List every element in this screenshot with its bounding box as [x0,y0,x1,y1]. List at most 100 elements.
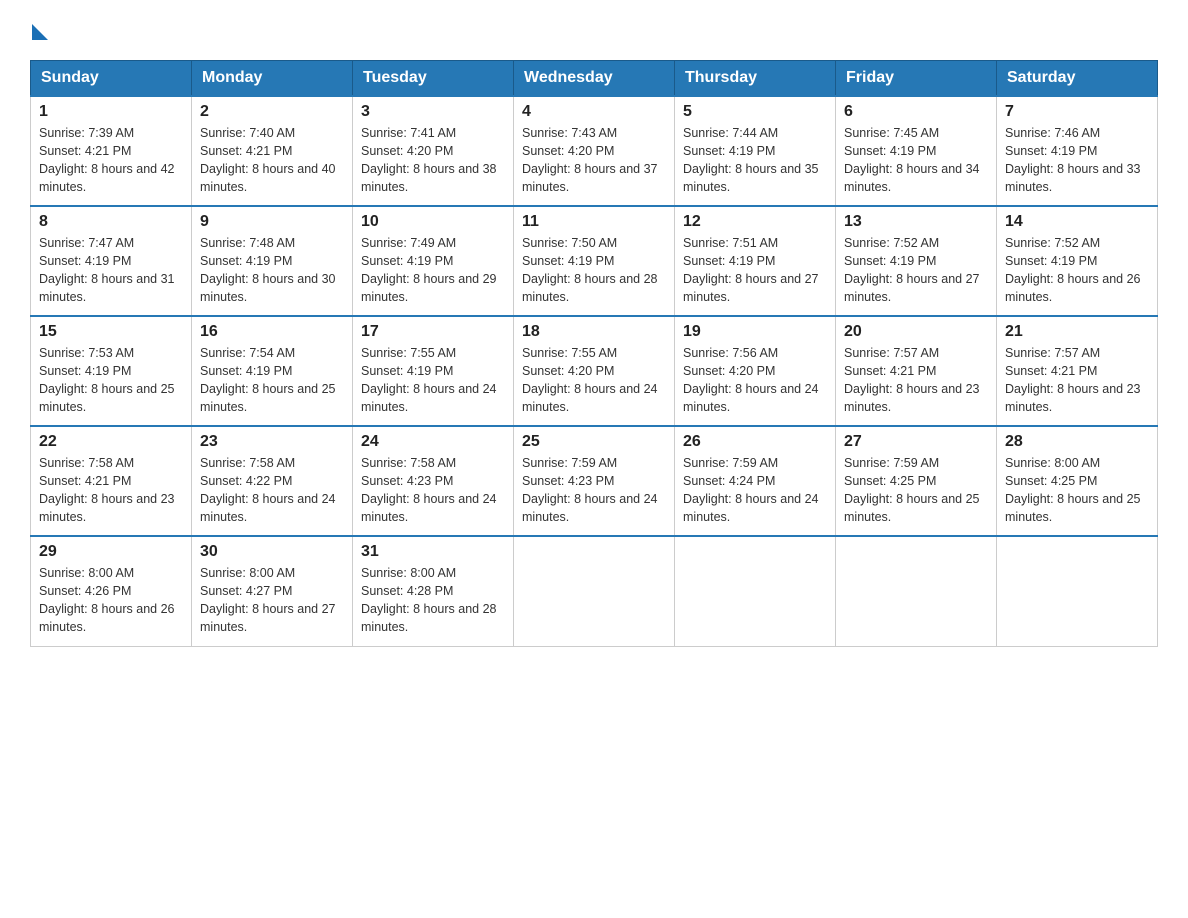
calendar-cell: 6 Sunrise: 7:45 AMSunset: 4:19 PMDayligh… [836,96,997,206]
calendar-cell: 8 Sunrise: 7:47 AMSunset: 4:19 PMDayligh… [31,206,192,316]
calendar-cell: 26 Sunrise: 7:59 AMSunset: 4:24 PMDaylig… [675,426,836,536]
day-info: Sunrise: 7:41 AMSunset: 4:20 PMDaylight:… [361,126,497,194]
day-info: Sunrise: 8:00 AMSunset: 4:25 PMDaylight:… [1005,456,1141,524]
day-info: Sunrise: 7:54 AMSunset: 4:19 PMDaylight:… [200,346,336,414]
day-info: Sunrise: 7:57 AMSunset: 4:21 PMDaylight:… [844,346,980,414]
day-info: Sunrise: 7:52 AMSunset: 4:19 PMDaylight:… [844,236,980,304]
calendar-cell [836,536,997,646]
day-info: Sunrise: 7:48 AMSunset: 4:19 PMDaylight:… [200,236,336,304]
calendar-cell: 21 Sunrise: 7:57 AMSunset: 4:21 PMDaylig… [997,316,1158,426]
day-number: 18 [522,323,666,341]
day-info: Sunrise: 7:46 AMSunset: 4:19 PMDaylight:… [1005,126,1141,194]
day-number: 15 [39,323,183,341]
calendar-cell: 2 Sunrise: 7:40 AMSunset: 4:21 PMDayligh… [192,96,353,206]
day-number: 23 [200,433,344,451]
calendar-cell: 23 Sunrise: 7:58 AMSunset: 4:22 PMDaylig… [192,426,353,536]
day-number: 27 [844,433,988,451]
day-info: Sunrise: 7:58 AMSunset: 4:23 PMDaylight:… [361,456,497,524]
calendar-cell: 19 Sunrise: 7:56 AMSunset: 4:20 PMDaylig… [675,316,836,426]
day-number: 4 [522,103,666,121]
day-number: 7 [1005,103,1149,121]
day-info: Sunrise: 7:58 AMSunset: 4:22 PMDaylight:… [200,456,336,524]
calendar-cell: 15 Sunrise: 7:53 AMSunset: 4:19 PMDaylig… [31,316,192,426]
day-info: Sunrise: 7:53 AMSunset: 4:19 PMDaylight:… [39,346,175,414]
calendar-cell: 7 Sunrise: 7:46 AMSunset: 4:19 PMDayligh… [997,96,1158,206]
calendar-cell: 29 Sunrise: 8:00 AMSunset: 4:26 PMDaylig… [31,536,192,646]
day-info: Sunrise: 7:58 AMSunset: 4:21 PMDaylight:… [39,456,175,524]
day-number: 14 [1005,213,1149,231]
day-info: Sunrise: 7:50 AMSunset: 4:19 PMDaylight:… [522,236,658,304]
day-number: 21 [1005,323,1149,341]
day-number: 13 [844,213,988,231]
day-info: Sunrise: 7:44 AMSunset: 4:19 PMDaylight:… [683,126,819,194]
day-number: 30 [200,543,344,561]
day-info: Sunrise: 7:59 AMSunset: 4:25 PMDaylight:… [844,456,980,524]
day-number: 17 [361,323,505,341]
calendar-cell: 20 Sunrise: 7:57 AMSunset: 4:21 PMDaylig… [836,316,997,426]
day-number: 6 [844,103,988,121]
day-info: Sunrise: 8:00 AMSunset: 4:26 PMDaylight:… [39,566,175,634]
day-info: Sunrise: 7:59 AMSunset: 4:24 PMDaylight:… [683,456,819,524]
day-info: Sunrise: 8:00 AMSunset: 4:27 PMDaylight:… [200,566,336,634]
day-info: Sunrise: 7:47 AMSunset: 4:19 PMDaylight:… [39,236,175,304]
calendar-week-row: 15 Sunrise: 7:53 AMSunset: 4:19 PMDaylig… [31,316,1158,426]
calendar-cell: 31 Sunrise: 8:00 AMSunset: 4:28 PMDaylig… [353,536,514,646]
calendar-cell: 3 Sunrise: 7:41 AMSunset: 4:20 PMDayligh… [353,96,514,206]
calendar-header-sunday: Sunday [31,61,192,97]
calendar-cell: 1 Sunrise: 7:39 AMSunset: 4:21 PMDayligh… [31,96,192,206]
calendar-cell: 22 Sunrise: 7:58 AMSunset: 4:21 PMDaylig… [31,426,192,536]
day-info: Sunrise: 7:51 AMSunset: 4:19 PMDaylight:… [683,236,819,304]
day-number: 29 [39,543,183,561]
calendar-header-row: SundayMondayTuesdayWednesdayThursdayFrid… [31,61,1158,97]
logo-triangle-icon [32,24,48,40]
calendar-cell [514,536,675,646]
day-number: 31 [361,543,505,561]
day-number: 20 [844,323,988,341]
calendar-cell: 25 Sunrise: 7:59 AMSunset: 4:23 PMDaylig… [514,426,675,536]
calendar-header-wednesday: Wednesday [514,61,675,97]
calendar-cell: 27 Sunrise: 7:59 AMSunset: 4:25 PMDaylig… [836,426,997,536]
day-number: 26 [683,433,827,451]
calendar-cell: 24 Sunrise: 7:58 AMSunset: 4:23 PMDaylig… [353,426,514,536]
day-info: Sunrise: 7:55 AMSunset: 4:19 PMDaylight:… [361,346,497,414]
calendar-cell [997,536,1158,646]
calendar-week-row: 1 Sunrise: 7:39 AMSunset: 4:21 PMDayligh… [31,96,1158,206]
calendar-header-tuesday: Tuesday [353,61,514,97]
day-number: 9 [200,213,344,231]
calendar-cell: 16 Sunrise: 7:54 AMSunset: 4:19 PMDaylig… [192,316,353,426]
calendar-cell: 30 Sunrise: 8:00 AMSunset: 4:27 PMDaylig… [192,536,353,646]
calendar-week-row: 8 Sunrise: 7:47 AMSunset: 4:19 PMDayligh… [31,206,1158,316]
day-number: 22 [39,433,183,451]
day-number: 19 [683,323,827,341]
day-info: Sunrise: 7:43 AMSunset: 4:20 PMDaylight:… [522,126,658,194]
day-number: 16 [200,323,344,341]
calendar-cell: 11 Sunrise: 7:50 AMSunset: 4:19 PMDaylig… [514,206,675,316]
calendar-header-monday: Monday [192,61,353,97]
logo [30,20,48,40]
day-info: Sunrise: 7:59 AMSunset: 4:23 PMDaylight:… [522,456,658,524]
calendar-cell: 9 Sunrise: 7:48 AMSunset: 4:19 PMDayligh… [192,206,353,316]
calendar-cell: 18 Sunrise: 7:55 AMSunset: 4:20 PMDaylig… [514,316,675,426]
day-number: 24 [361,433,505,451]
day-number: 3 [361,103,505,121]
calendar-week-row: 29 Sunrise: 8:00 AMSunset: 4:26 PMDaylig… [31,536,1158,646]
day-info: Sunrise: 7:49 AMSunset: 4:19 PMDaylight:… [361,236,497,304]
day-info: Sunrise: 7:45 AMSunset: 4:19 PMDaylight:… [844,126,980,194]
calendar-cell [675,536,836,646]
calendar-cell: 12 Sunrise: 7:51 AMSunset: 4:19 PMDaylig… [675,206,836,316]
calendar-cell: 5 Sunrise: 7:44 AMSunset: 4:19 PMDayligh… [675,96,836,206]
calendar-header-thursday: Thursday [675,61,836,97]
calendar-cell: 13 Sunrise: 7:52 AMSunset: 4:19 PMDaylig… [836,206,997,316]
day-number: 5 [683,103,827,121]
calendar-header-saturday: Saturday [997,61,1158,97]
day-info: Sunrise: 7:57 AMSunset: 4:21 PMDaylight:… [1005,346,1141,414]
day-number: 2 [200,103,344,121]
day-info: Sunrise: 8:00 AMSunset: 4:28 PMDaylight:… [361,566,497,634]
calendar-table: SundayMondayTuesdayWednesdayThursdayFrid… [30,60,1158,647]
calendar-header-friday: Friday [836,61,997,97]
day-number: 25 [522,433,666,451]
day-number: 8 [39,213,183,231]
day-info: Sunrise: 7:55 AMSunset: 4:20 PMDaylight:… [522,346,658,414]
calendar-cell: 17 Sunrise: 7:55 AMSunset: 4:19 PMDaylig… [353,316,514,426]
calendar-cell: 28 Sunrise: 8:00 AMSunset: 4:25 PMDaylig… [997,426,1158,536]
